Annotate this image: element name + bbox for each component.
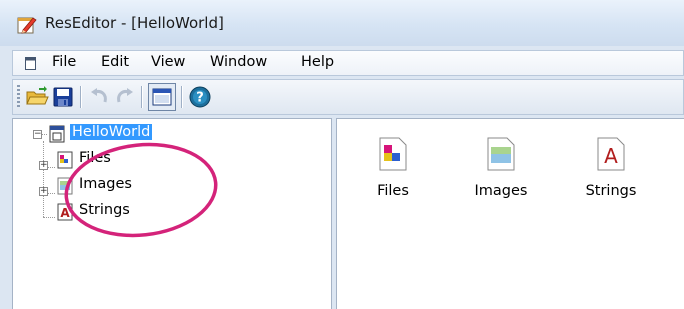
files-icon — [57, 151, 73, 169]
tree-node-label: Images — [79, 176, 132, 192]
toolbar: ? — [12, 79, 684, 115]
svg-text:A: A — [60, 206, 70, 220]
strings-icon: A — [57, 203, 73, 221]
list-item-files[interactable]: Files — [359, 129, 429, 209]
tree-node-label: Strings — [79, 202, 130, 218]
list-item-images[interactable]: Images — [463, 129, 543, 209]
menu-help[interactable]: Help — [301, 54, 334, 70]
help-icon[interactable]: ? — [188, 85, 212, 109]
title-bar[interactable]: ResEditor - [HelloWorld] — [0, 0, 684, 46]
list-item-label: Images — [474, 183, 528, 199]
expand-toggle[interactable]: + — [39, 161, 48, 170]
tree-node-images[interactable]: + Images — [33, 175, 233, 197]
menu-file[interactable]: File — [52, 54, 76, 70]
redo-icon[interactable] — [113, 85, 137, 109]
window-title: ResEditor - [HelloWorld] — [45, 14, 224, 32]
pencil-notepad-icon — [17, 17, 37, 34]
tree-view[interactable]: − HelloWorld + Files + Images A Strings — [12, 118, 332, 309]
menu-edit[interactable]: Edit — [101, 54, 129, 70]
tree-node-root[interactable]: − HelloWorld — [33, 123, 233, 145]
images-icon — [487, 137, 515, 171]
open-folder-icon[interactable] — [25, 85, 49, 109]
window-icon — [152, 88, 172, 106]
menu-bar: File Edit View Window Help — [12, 50, 684, 76]
toolbar-separator — [141, 86, 142, 108]
menu-window[interactable]: Window — [210, 54, 267, 70]
tree-node-strings[interactable]: A Strings — [33, 201, 233, 223]
svg-text:A: A — [604, 144, 618, 168]
app-window: ResEditor - [HelloWorld] File Edit View … — [0, 0, 684, 309]
save-disk-icon[interactable] — [51, 85, 75, 109]
document-icon — [25, 57, 36, 70]
menu-view[interactable]: View — [151, 54, 185, 70]
tree-node-label: HelloWorld — [70, 124, 153, 140]
expand-toggle[interactable]: + — [39, 187, 48, 196]
collapse-toggle[interactable]: − — [33, 130, 42, 139]
project-icon — [49, 125, 65, 143]
strings-icon: A — [597, 137, 625, 171]
toolbar-separator — [80, 86, 81, 108]
toolbar-separator — [181, 86, 182, 108]
list-item-label: Files — [377, 183, 409, 199]
toolbar-grip[interactable] — [17, 85, 20, 109]
list-item-label: Strings — [585, 183, 637, 199]
undo-icon[interactable] — [87, 85, 111, 109]
svg-text:?: ? — [196, 91, 204, 106]
window-button[interactable] — [148, 83, 176, 111]
images-icon — [57, 177, 73, 195]
tree-node-files[interactable]: + Files — [33, 149, 233, 171]
files-icon — [379, 137, 407, 171]
list-item-strings[interactable]: A Strings — [573, 129, 653, 209]
tree-node-label: Files — [79, 150, 111, 166]
content-view[interactable]: Files Images A Strings — [336, 118, 684, 309]
